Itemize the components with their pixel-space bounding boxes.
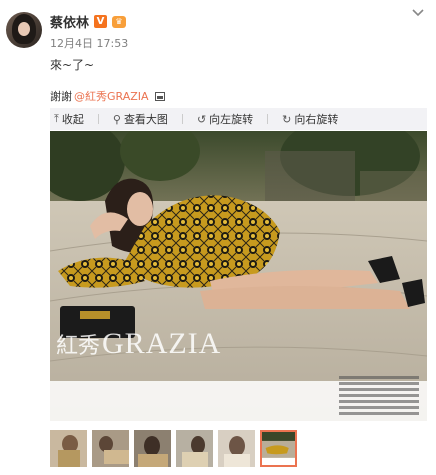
rotate-left-button[interactable]: ↺ 向左旋转: [197, 111, 253, 127]
photo-caption-block: [339, 373, 419, 415]
thumbnail-active[interactable]: [260, 430, 297, 467]
post-text: 來~了~: [50, 58, 95, 72]
chevron-down-icon[interactable]: [410, 8, 426, 18]
thumbnail[interactable]: [176, 430, 213, 467]
rotate-right-label: 向右旋转: [294, 113, 339, 126]
collapse-icon: ⤒: [54, 112, 59, 125]
search-icon: ⚲: [112, 112, 121, 126]
avatar[interactable]: [6, 12, 42, 48]
view-large-label: 查看大图: [123, 113, 168, 126]
image-toolbar: ⤒ 收起 ⚲ 查看大图 ↺ 向左旋转 ↻ 向右旋转: [50, 108, 427, 130]
member-badge-icon[interactable]: ♛: [112, 15, 127, 28]
thumbnail[interactable]: [50, 430, 87, 467]
rotate-left-icon: ↺: [196, 112, 207, 126]
rotate-right-icon: ↻: [282, 112, 292, 126]
divider: [267, 114, 269, 124]
divider: [97, 114, 99, 124]
watermark-en: GRAZIA: [102, 327, 222, 360]
grazia-watermark: 紅秀 GRAZIA: [56, 327, 221, 361]
thumbnail[interactable]: [218, 430, 255, 467]
collapse-label: 收起: [61, 113, 84, 126]
post-photo[interactable]: 紅秀 GRAZIA: [50, 131, 427, 421]
thanks-line: 謝謝 @紅秀GRAZIA: [50, 88, 165, 104]
collapse-button[interactable]: ⤒ 收起: [54, 111, 84, 127]
user-name-row: 蔡依林 V ♛: [50, 12, 127, 31]
rotate-left-label: 向左旋转: [209, 113, 254, 126]
username[interactable]: 蔡依林: [50, 12, 89, 31]
thanks-text: 謝謝: [50, 90, 72, 103]
watermark-cn: 紅秀: [56, 334, 101, 359]
post-timestamp[interactable]: 12月4日 17:53: [50, 35, 128, 51]
view-large-button[interactable]: ⚲ 查看大图: [113, 111, 168, 127]
divider: [181, 114, 183, 124]
rotate-right-button[interactable]: ↻ 向右旋转: [282, 111, 338, 127]
thumbnail[interactable]: [92, 430, 129, 467]
mention-link[interactable]: @紅秀GRAZIA: [74, 88, 149, 104]
thumbnail[interactable]: [134, 430, 171, 467]
thumbnail-strip: [50, 430, 297, 467]
vip-badge-icon[interactable]: V: [94, 15, 108, 28]
image-icon: [154, 91, 165, 101]
